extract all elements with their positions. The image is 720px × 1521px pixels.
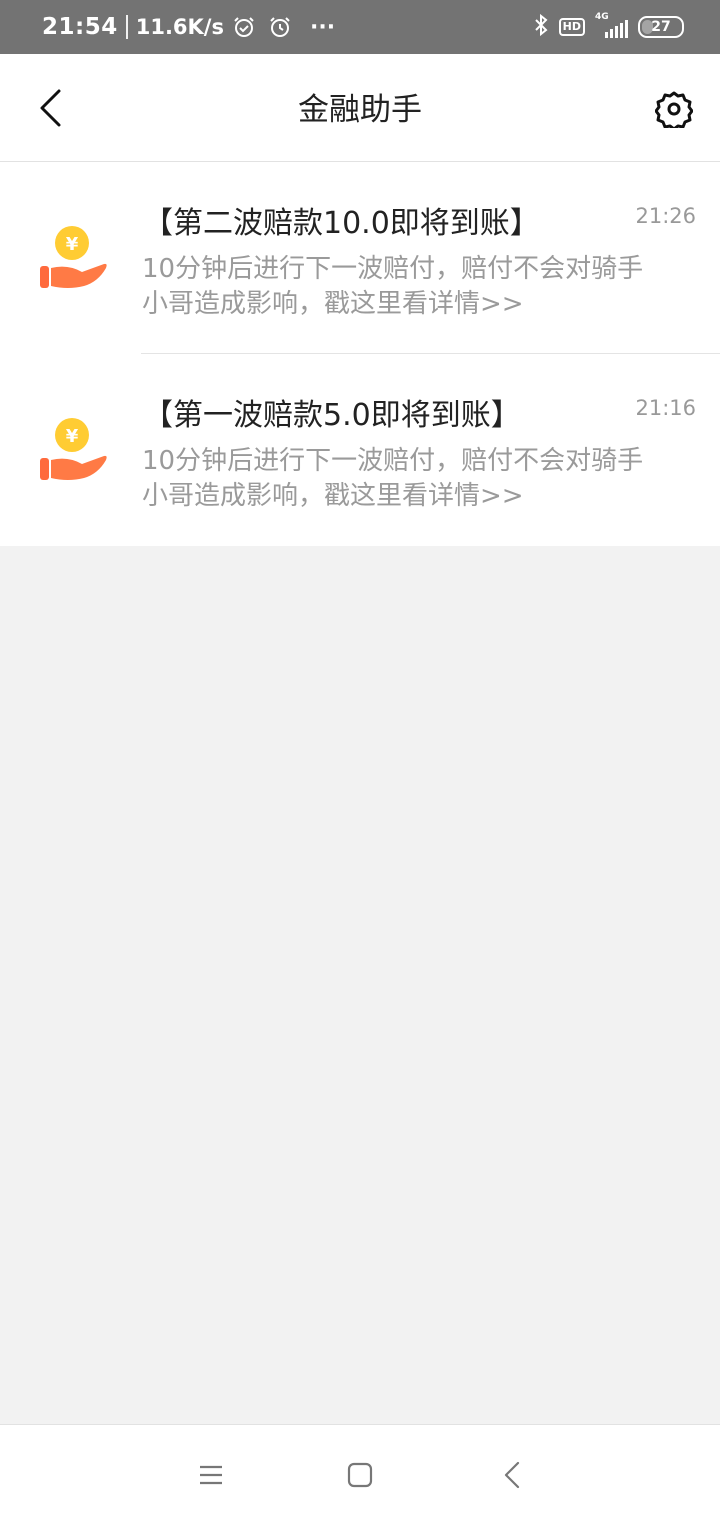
menu-icon xyxy=(200,1465,222,1485)
coin-hand-icon: ¥ xyxy=(38,226,108,292)
svg-text:¥: ¥ xyxy=(66,426,79,447)
home-button[interactable] xyxy=(340,1455,380,1495)
message-body: 10分钟后进行下一波赔付，赔付不会对骑手小哥造成影响，戳这里看详情>> xyxy=(142,254,644,319)
message-time: 21:26 xyxy=(635,204,696,228)
menu-button[interactable] xyxy=(191,1455,231,1495)
message-title: 【第一波赔款5.0即将到账】 xyxy=(143,398,521,433)
hd-badge: HD xyxy=(558,18,585,36)
message-list: ¥ 【第二波赔款10.0即将到账】 21:26 10分钟后进行下一波赔付，赔付不… xyxy=(0,162,720,546)
network-speed: 11.6K/s xyxy=(135,15,224,39)
system-nav-bar xyxy=(0,1424,720,1521)
network-type: 4G xyxy=(595,12,609,22)
back-chevron-icon xyxy=(504,1461,520,1489)
svg-text:¥: ¥ xyxy=(66,234,79,255)
battery-icon: 27 xyxy=(638,16,684,38)
battery-level: 27 xyxy=(651,19,671,35)
signal-icon: 4G xyxy=(595,12,628,38)
bluetooth-icon xyxy=(533,13,549,41)
home-square-icon xyxy=(347,1462,373,1488)
alarm-check-icon xyxy=(232,15,256,39)
more-notifications-icon: ··· xyxy=(309,14,336,40)
alarm-clock-icon xyxy=(268,15,292,39)
gear-icon xyxy=(655,91,693,128)
status-time: 21:54 xyxy=(42,14,118,40)
message-item[interactable]: ¥ 【第一波赔款5.0即将到账】 21:16 10分钟后进行下一波赔付，赔付不会… xyxy=(0,354,720,546)
message-time: 21:16 xyxy=(635,396,696,420)
settings-button[interactable] xyxy=(654,89,694,129)
app-header: 金融助手 xyxy=(0,54,720,162)
status-bar: 21:54 11.6K/s ··· HD 4G 27 xyxy=(0,0,720,54)
message-item[interactable]: ¥ 【第二波赔款10.0即将到账】 21:26 10分钟后进行下一波赔付，赔付不… xyxy=(0,162,720,354)
system-back-button[interactable] xyxy=(492,1455,532,1495)
message-title: 【第二波赔款10.0即将到账】 xyxy=(143,206,540,241)
page-title: 金融助手 xyxy=(298,92,422,128)
status-separator xyxy=(125,15,128,39)
coin-hand-icon: ¥ xyxy=(38,418,108,484)
message-body: 10分钟后进行下一波赔付，赔付不会对骑手小哥造成影响，戳这里看详情>> xyxy=(142,446,644,511)
